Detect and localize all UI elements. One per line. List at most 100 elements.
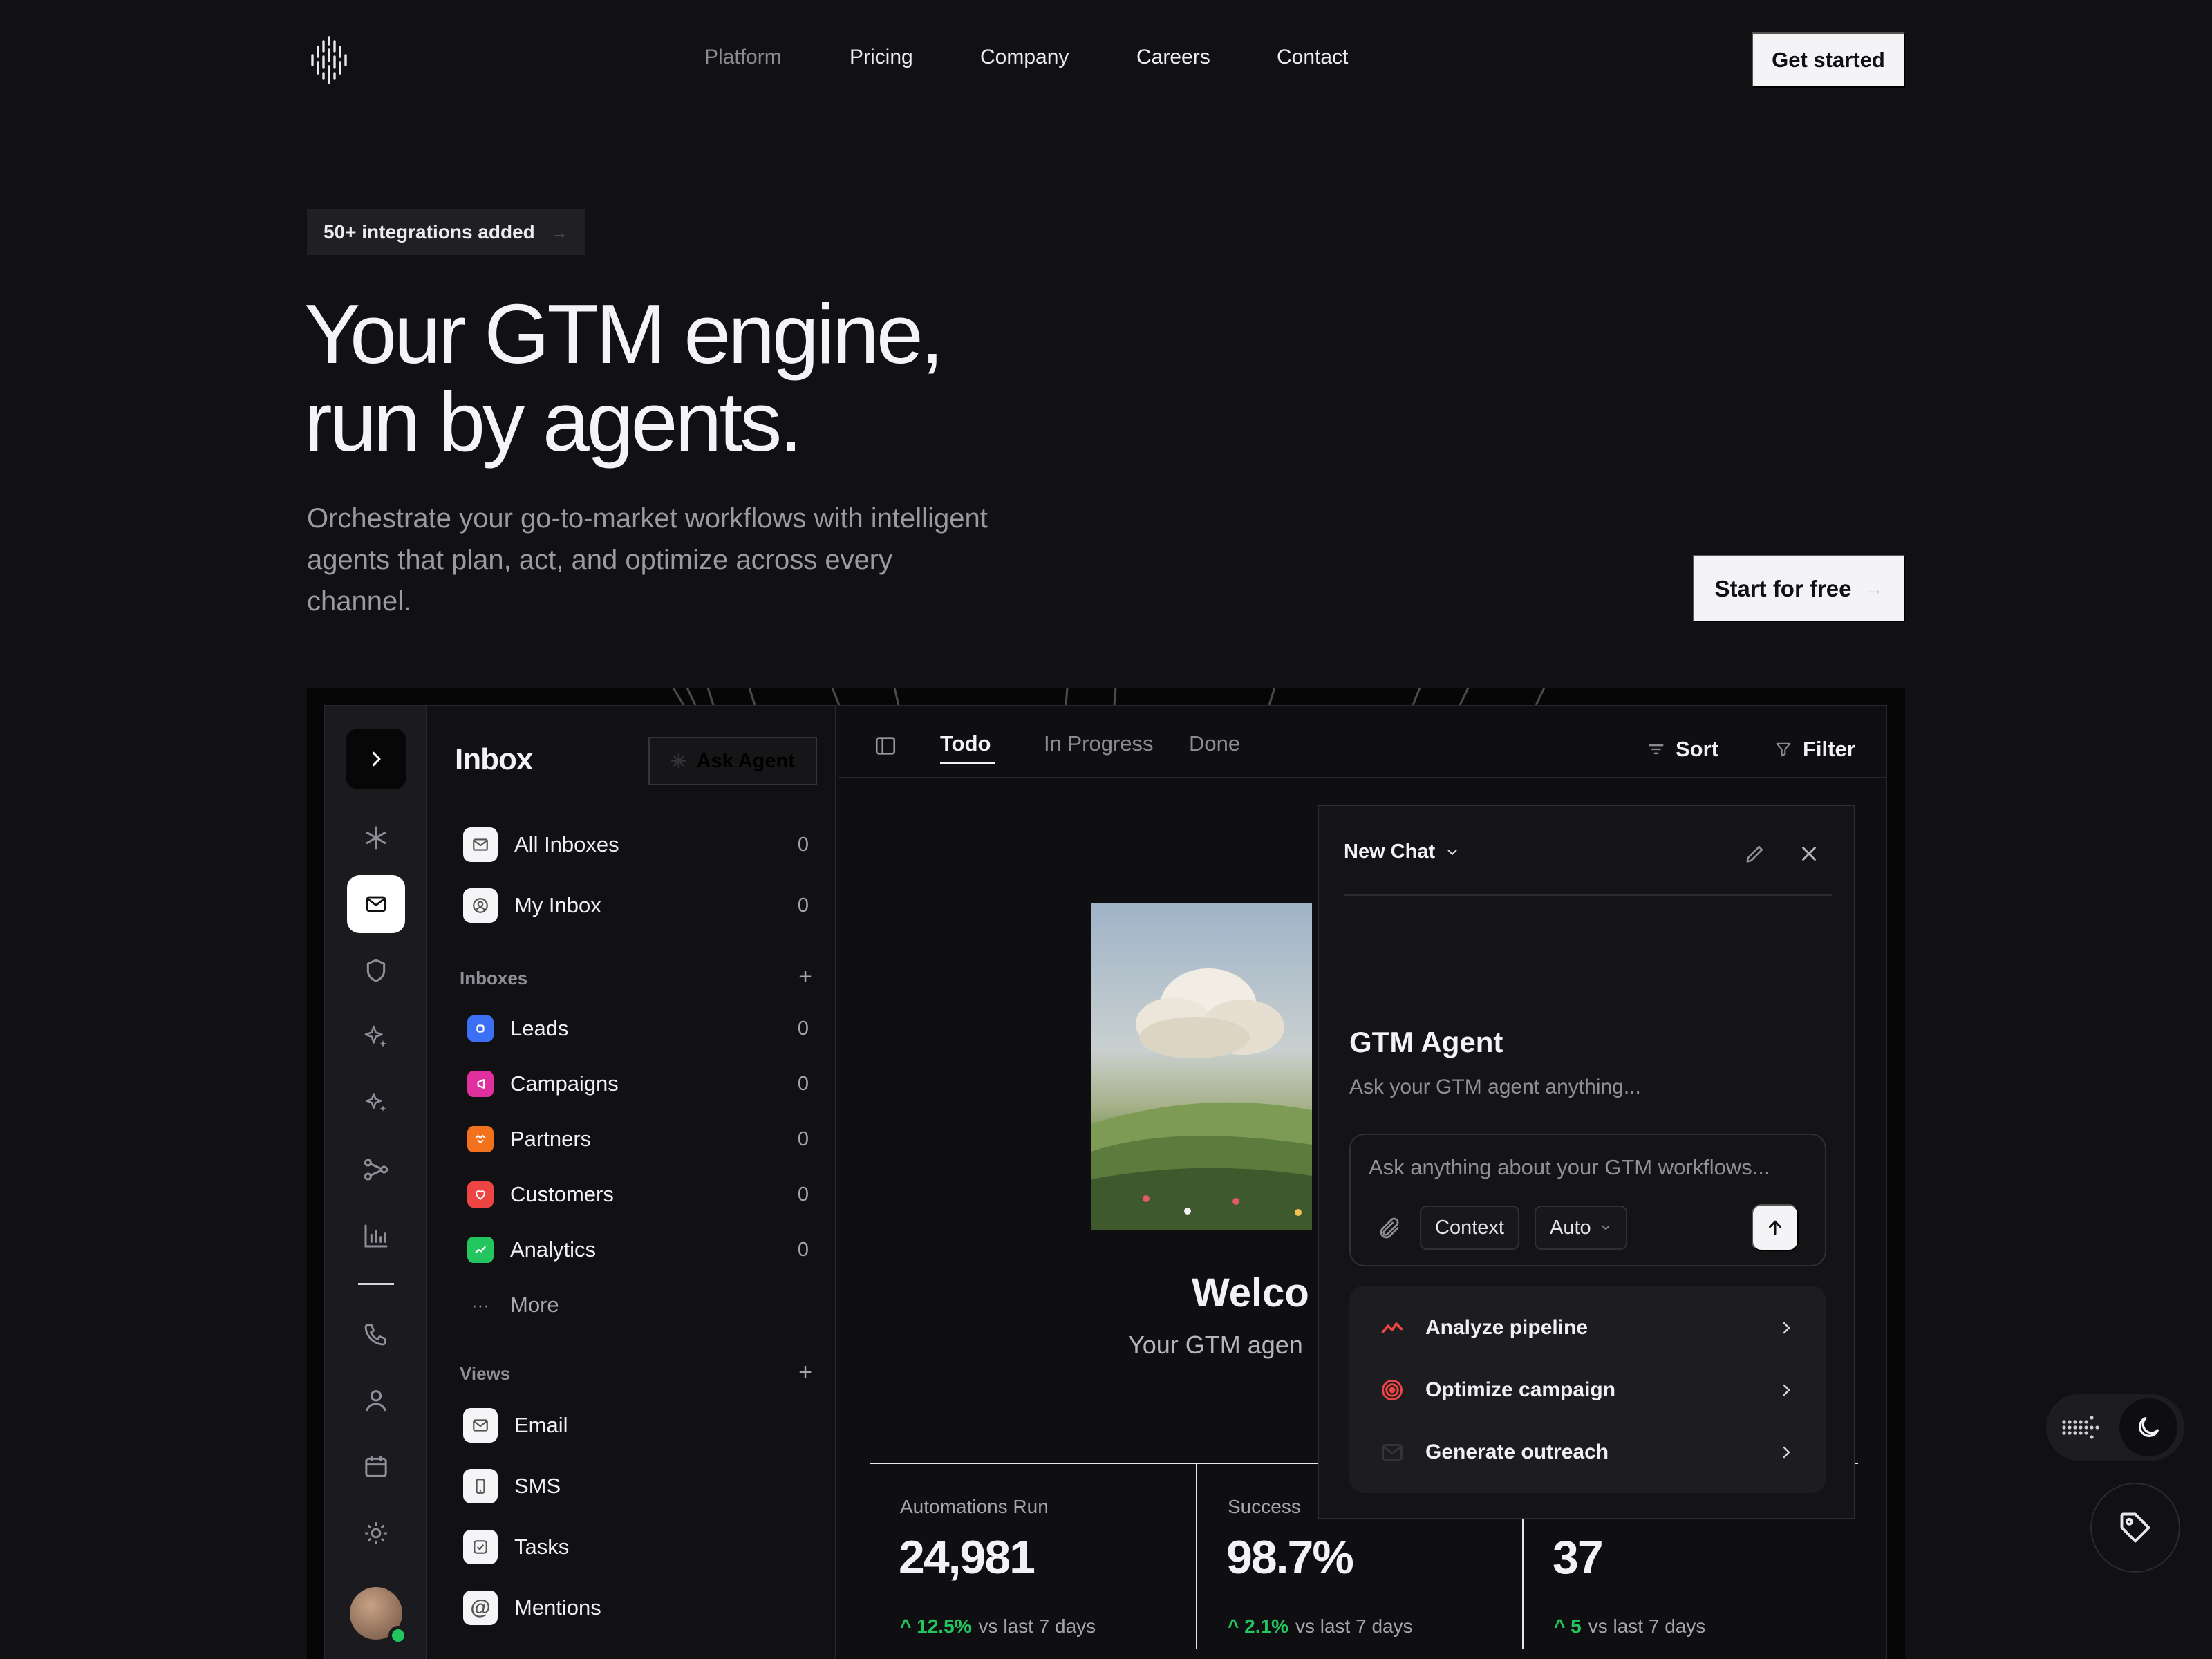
- sidebar-item-customers[interactable]: Customers 0: [463, 1174, 809, 1215]
- asterisk-icon[interactable]: [362, 824, 390, 852]
- add-view-icon[interactable]: +: [798, 1360, 812, 1385]
- chat-input[interactable]: [1369, 1153, 1811, 1182]
- at-sign-icon: @: [463, 1591, 498, 1625]
- sidebar-item-count: 0: [797, 894, 809, 917]
- inbox-nav-button[interactable]: [347, 875, 405, 933]
- dark-mode-knob[interactable]: [2119, 1398, 2177, 1456]
- arrow-right-icon: →: [1864, 577, 1884, 599]
- send-button[interactable]: [1752, 1204, 1799, 1251]
- trend-icon: [1381, 1322, 1403, 1333]
- new-chat-dropdown[interactable]: New Chat: [1344, 841, 1460, 863]
- section-title: Inboxes: [460, 968, 528, 988]
- heart-icon: [467, 1181, 494, 1208]
- sidebar-item-label: My Inbox: [514, 893, 601, 917]
- section-title: Views: [460, 1363, 511, 1384]
- hero-subtitle: Orchestrate your go-to-market workflows …: [307, 503, 988, 617]
- trend-icon: [467, 1237, 494, 1263]
- calendar-icon[interactable]: [362, 1453, 390, 1481]
- nav-link-contact[interactable]: Contact: [1277, 46, 1348, 69]
- theme-toggle[interactable]: [2046, 1394, 2184, 1461]
- action-optimize-campaign[interactable]: Optimize campaign: [1349, 1359, 1826, 1421]
- sidebar-item-tasks[interactable]: Tasks: [463, 1526, 809, 1568]
- filter-button[interactable]: Filter: [1774, 737, 1855, 762]
- integrations-badge[interactable]: 50+ integrations added →: [307, 209, 585, 255]
- action-analyze-pipeline[interactable]: Analyze pipeline: [1349, 1297, 1826, 1359]
- action-label: Generate outreach: [1425, 1441, 1609, 1463]
- filter-icon: [1776, 742, 1791, 757]
- chevron-right-icon: [1783, 1446, 1790, 1459]
- user-circle-icon: [463, 888, 498, 923]
- sidebar-item-all-inboxes[interactable]: All Inboxes 0: [463, 824, 809, 865]
- chevron-right-icon: [1783, 1322, 1790, 1334]
- stat-label: Automations Run: [900, 1496, 1049, 1517]
- inboxes-section-header: Inboxes +: [460, 965, 812, 989]
- chevron-right-icon: [1783, 1384, 1790, 1396]
- chevron-down-icon: [1447, 849, 1457, 855]
- sidebar-item-partners[interactable]: Partners 0: [463, 1118, 809, 1160]
- sidebar-item-email[interactable]: Email: [463, 1405, 809, 1446]
- chat-title: New Chat: [1344, 841, 1436, 863]
- icon-rail: [325, 706, 427, 1659]
- nav-link-careers[interactable]: Careers: [1136, 46, 1210, 69]
- inbox-panel: Inbox ✳ Ask Agent All Inboxes 0 My Inbox…: [429, 706, 836, 1659]
- sparkles-icon[interactable]: [362, 1089, 390, 1117]
- nav-link-pricing[interactable]: Pricing: [850, 46, 913, 69]
- edit-icon[interactable]: [1743, 842, 1767, 865]
- action-label: Optimize campaign: [1425, 1378, 1616, 1401]
- phone-icon[interactable]: [362, 1320, 390, 1348]
- sparkle-icon[interactable]: [362, 1023, 390, 1051]
- get-started-button[interactable]: Get started: [1752, 32, 1905, 88]
- sidebar-item-label: Campaigns: [510, 1071, 619, 1096]
- bar-chart-icon[interactable]: [362, 1222, 390, 1250]
- add-inbox-icon[interactable]: +: [798, 965, 812, 989]
- tab-todo[interactable]: Todo: [940, 731, 991, 756]
- sidebar-item-label: Tasks: [514, 1535, 570, 1559]
- dots-logo-icon: [2062, 1416, 2099, 1439]
- nav-link-company[interactable]: Company: [980, 46, 1069, 69]
- sort-icon: [1649, 744, 1664, 754]
- suggested-actions: Analyze pipeline Optimize campaign Gener…: [1349, 1286, 1826, 1493]
- sidebar-toggle-icon[interactable]: [874, 734, 897, 758]
- handshake-icon: [467, 1126, 494, 1152]
- logo-icon[interactable]: [307, 36, 351, 84]
- action-generate-outreach[interactable]: Generate outreach: [1349, 1421, 1826, 1483]
- welcome-illustration: [1091, 903, 1312, 1230]
- close-icon[interactable]: [1797, 842, 1821, 865]
- sidebar-item-more[interactable]: ··· More: [463, 1284, 809, 1326]
- sort-label: Sort: [1676, 737, 1718, 761]
- start-for-free-button[interactable]: Start for free →: [1693, 555, 1905, 622]
- expand-sidebar-button[interactable]: [346, 729, 406, 789]
- mail-icon: [366, 896, 386, 912]
- sidebar-item-my-inbox[interactable]: My Inbox 0: [463, 885, 809, 926]
- sidebar-item-campaigns[interactable]: Campaigns 0: [463, 1063, 809, 1105]
- tab-done[interactable]: Done: [1189, 731, 1240, 756]
- checkbox-icon: [463, 1530, 498, 1564]
- sidebar-item-mentions[interactable]: @ Mentions: [463, 1587, 809, 1629]
- stat-label: Success: [1228, 1496, 1301, 1517]
- workflow-icon[interactable]: [362, 1156, 390, 1183]
- sidebar-item-label: SMS: [514, 1474, 561, 1498]
- context-button[interactable]: Context: [1420, 1206, 1519, 1250]
- tag-button[interactable]: [2090, 1483, 2180, 1573]
- mail-icon: [463, 1408, 498, 1443]
- ask-agent-button[interactable]: ✳ Ask Agent: [648, 737, 817, 785]
- user-icon[interactable]: [362, 1387, 390, 1414]
- target-icon: [1382, 1380, 1403, 1400]
- sidebar-item-label: Partners: [510, 1127, 592, 1151]
- sidebar-item-label: Leads: [510, 1016, 569, 1040]
- nav-link-platform[interactable]: Platform: [704, 46, 782, 69]
- paperclip-icon[interactable]: [1377, 1217, 1402, 1241]
- tab-in-progress[interactable]: In Progress: [1044, 731, 1154, 756]
- sidebar-item-sms[interactable]: SMS: [463, 1465, 809, 1507]
- shield-icon[interactable]: [362, 957, 390, 984]
- settings-icon[interactable]: [362, 1519, 390, 1547]
- stat-delta: ^ 12.5% vs last 7 days: [900, 1615, 1096, 1637]
- action-label: Analyze pipeline: [1425, 1316, 1588, 1339]
- sort-button[interactable]: Sort: [1647, 737, 1718, 762]
- sidebar-item-leads[interactable]: Leads 0: [463, 1008, 809, 1049]
- chat-header-divider: [1344, 894, 1832, 896]
- mode-select[interactable]: Auto: [1535, 1206, 1627, 1250]
- hero-title: Your GTM engine, run by agents.: [304, 287, 944, 469]
- sidebar-item-analytics[interactable]: Analytics 0: [463, 1229, 809, 1271]
- sidebar-item-label: Mentions: [514, 1595, 601, 1620]
